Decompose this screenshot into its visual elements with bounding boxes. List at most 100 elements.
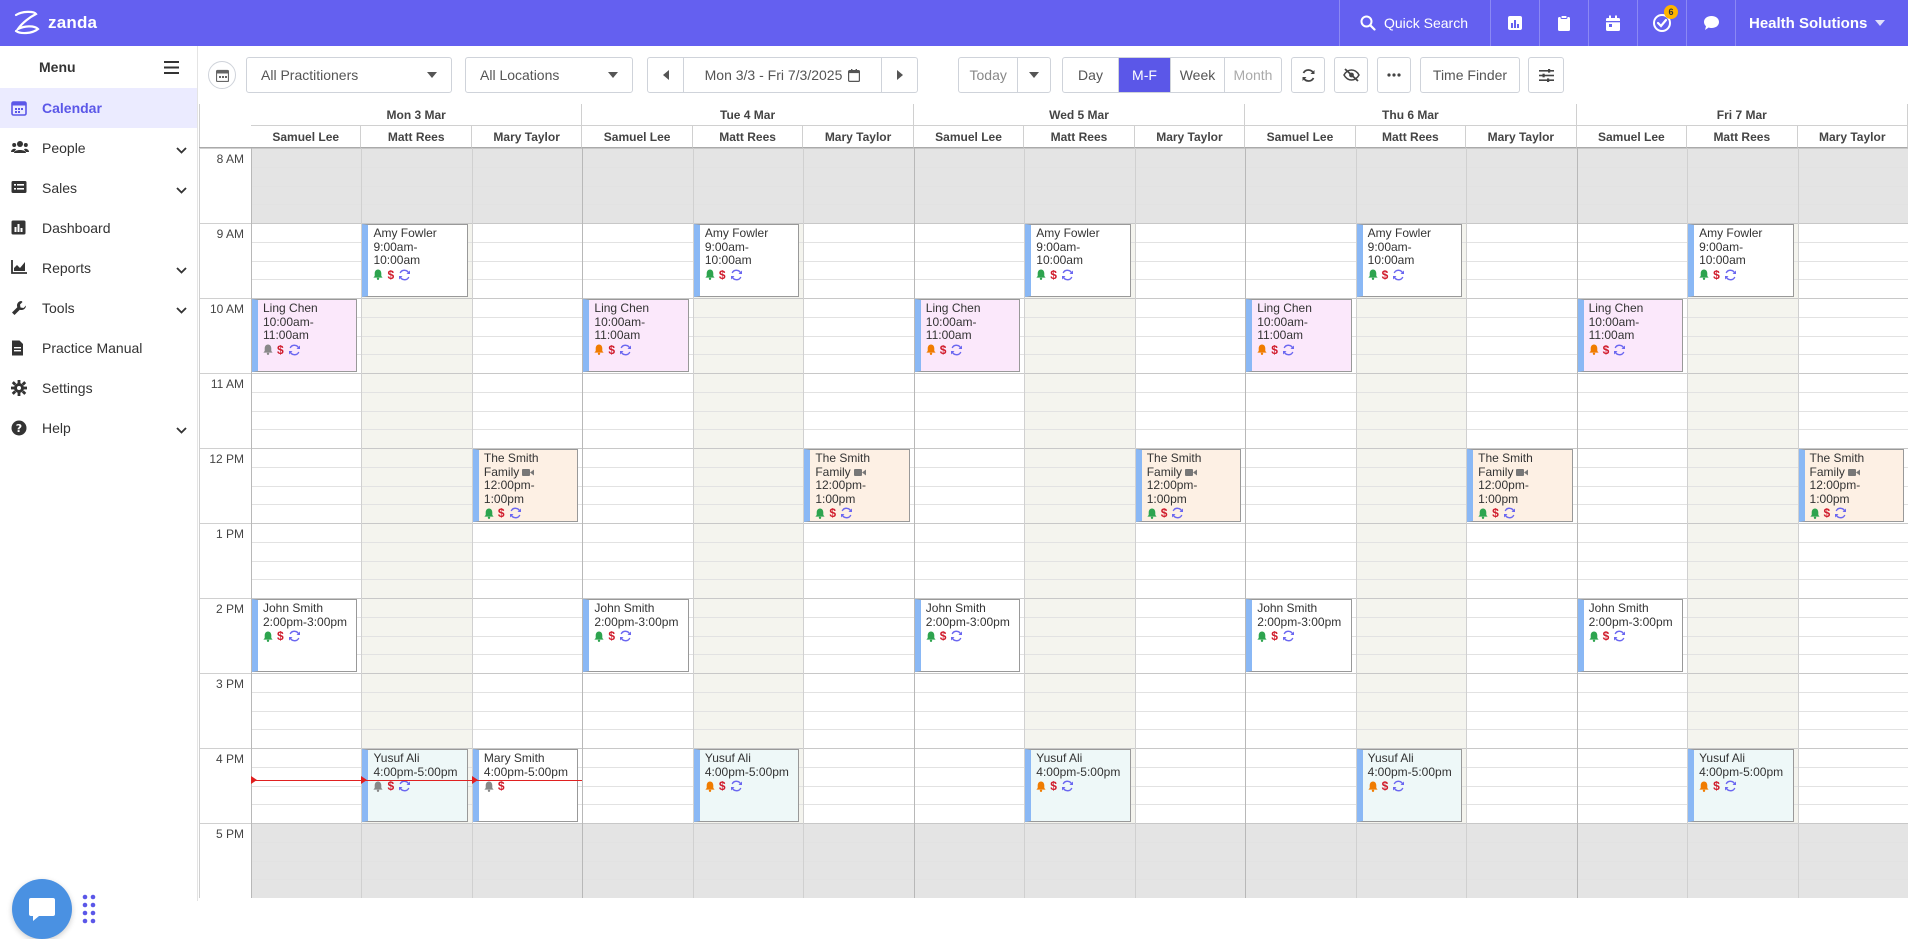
- practitioner-header[interactable]: Matt Rees: [1355, 126, 1467, 148]
- time-finder-button[interactable]: Time Finder: [1420, 57, 1520, 93]
- practitioner-header[interactable]: Samuel Lee: [251, 126, 362, 148]
- practitioner-header[interactable]: Samuel Lee: [582, 126, 693, 148]
- drag-handle-icon[interactable]: [82, 894, 96, 929]
- practitioner-header[interactable]: Samuel Lee: [1245, 126, 1356, 148]
- sidebar-item-sales[interactable]: Sales: [0, 168, 197, 208]
- appointment-card[interactable]: The Smith Family 12:00pm- 1:00pm $: [1467, 449, 1573, 522]
- hour-label: 10 AM: [209, 302, 244, 316]
- appointment-card[interactable]: John Smith 2:00pm-3:00pm $: [583, 599, 689, 672]
- repeat-icon: [620, 344, 632, 355]
- appointment-card[interactable]: John Smith 2:00pm-3:00pm $: [1246, 599, 1352, 672]
- view-month-button[interactable]: Month: [1225, 58, 1281, 92]
- repeat-icon: [1393, 269, 1405, 280]
- video-icon-wrapper: [851, 465, 866, 479]
- practitioner-header[interactable]: Mary Taylor: [803, 126, 914, 148]
- chat-support-icon: [29, 898, 55, 921]
- support-chat-button[interactable]: [12, 879, 72, 939]
- calendar-settings-button[interactable]: [1528, 57, 1564, 93]
- practitioner-header[interactable]: Samuel Lee: [913, 126, 1025, 148]
- quick-search-button[interactable]: Quick Search: [1340, 0, 1488, 46]
- sidebar-item-practice-manual[interactable]: Practice Manual: [0, 328, 197, 368]
- day-header[interactable]: Fri 7 Mar: [1576, 104, 1908, 126]
- sidebar-item-reports[interactable]: Reports: [0, 248, 197, 288]
- practitioner-header[interactable]: Matt Rees: [692, 126, 804, 148]
- sidebar-item-tools[interactable]: Tools: [0, 288, 197, 328]
- appointment-card[interactable]: Amy Fowler 9:00am- 10:00am $: [1688, 224, 1794, 297]
- mini-calendar-button[interactable]: [208, 61, 236, 89]
- appointment-card[interactable]: Yusuf Ali 4:00pm-5:00pm $: [1688, 749, 1794, 822]
- day-header[interactable]: Wed 5 Mar: [913, 104, 1246, 126]
- bell-icon: [1588, 344, 1599, 355]
- appointment-client-name: John Smith: [594, 601, 655, 615]
- appointment-card[interactable]: John Smith 2:00pm-3:00pm $: [252, 599, 358, 672]
- appointment-card[interactable]: Amy Fowler 9:00am- 10:00am $: [362, 224, 468, 297]
- clipboard-button[interactable]: [1540, 0, 1588, 46]
- appointment-card[interactable]: The Smith Family 12:00pm- 1:00pm $: [472, 449, 579, 522]
- appointment-card[interactable]: Ling Chen 10:00am- 11:00am $: [1246, 299, 1352, 372]
- refresh-button[interactable]: [1291, 57, 1325, 93]
- view-day-button[interactable]: Day: [1063, 58, 1119, 92]
- appointment-card[interactable]: The Smith Family 12:00pm- 1:00pm $: [1135, 449, 1242, 522]
- day-header[interactable]: Mon 3 Mar: [251, 104, 583, 126]
- appointment-card[interactable]: The Smith Family 12:00pm- 1:00pm $: [1798, 449, 1904, 522]
- appointment-card[interactable]: Ling Chen 10:00am- 11:00am $: [914, 299, 1021, 372]
- organization-menu[interactable]: Health Solutions: [1735, 0, 1908, 46]
- appointment-status-icons: $: [1257, 344, 1350, 356]
- hamburger-icon[interactable]: [164, 60, 179, 74]
- appointment-card[interactable]: Amy Fowler 9:00am- 10:00am $: [1025, 224, 1131, 297]
- appointment-card[interactable]: Mary Smith 4:00pm-5:00pm $: [472, 749, 579, 822]
- bell-icon: [1147, 508, 1157, 519]
- sidebar-item-people[interactable]: People: [0, 128, 197, 168]
- zanda-logo-icon: [14, 10, 40, 35]
- practitioner-header[interactable]: Matt Rees: [361, 126, 472, 148]
- appointment-card[interactable]: Ling Chen 10:00am- 11:00am $: [583, 299, 689, 372]
- view-mf-button[interactable]: M-F: [1119, 58, 1171, 92]
- chat-bubble-icon: [1703, 16, 1719, 30]
- previous-week-button[interactable]: [648, 58, 684, 92]
- practitioner-header[interactable]: Samuel Lee: [1576, 126, 1688, 148]
- practitioners-select[interactable]: All Practitioners: [246, 57, 452, 93]
- sidebar-item-settings[interactable]: Settings: [0, 368, 197, 408]
- practitioner-header[interactable]: Mary Taylor: [1797, 126, 1908, 148]
- sidebar-item-calendar[interactable]: Calendar: [0, 88, 197, 128]
- messages-button[interactable]: [1687, 0, 1735, 46]
- day-header[interactable]: Tue 4 Mar: [582, 104, 914, 126]
- more-options-button[interactable]: [1377, 57, 1411, 93]
- calendar-icon: [848, 68, 861, 82]
- appointment-card[interactable]: John Smith 2:00pm-3:00pm $: [914, 599, 1021, 672]
- appointment-card[interactable]: Amy Fowler 9:00am- 10:00am $: [1356, 224, 1463, 297]
- appointment-card[interactable]: Ling Chen 10:00am- 11:00am $: [1577, 299, 1684, 372]
- day-header[interactable]: Thu 6 Mar: [1245, 104, 1577, 126]
- next-week-button[interactable]: [882, 58, 917, 92]
- bell-icon: [373, 781, 384, 792]
- zanda-logo[interactable]: zanda: [12, 8, 97, 38]
- appointment-card[interactable]: The Smith Family 12:00pm- 1:00pm $: [804, 449, 910, 522]
- practitioner-header[interactable]: Mary Taylor: [1466, 126, 1577, 148]
- appointment-card[interactable]: Yusuf Ali 4:00pm-5:00pm $: [362, 749, 468, 822]
- tasks-button[interactable]: 6: [1638, 0, 1686, 46]
- appointment-card[interactable]: Amy Fowler 9:00am- 10:00am $: [693, 224, 800, 297]
- sidebar-item-dashboard[interactable]: Dashboard: [0, 208, 197, 248]
- practitioner-header[interactable]: Mary Taylor: [471, 126, 583, 148]
- date-range-picker[interactable]: Mon 3/3 - Fri 7/3/2025: [684, 58, 882, 92]
- today-button[interactable]: Today: [959, 58, 1019, 92]
- hide-cancelled-button[interactable]: [1334, 57, 1368, 93]
- grid-row-line: [251, 373, 1908, 374]
- appointment-card[interactable]: Yusuf Ali 4:00pm-5:00pm $: [1356, 749, 1463, 822]
- practitioner-header[interactable]: Mary Taylor: [1134, 126, 1246, 148]
- practitioner-header[interactable]: Matt Rees: [1687, 126, 1798, 148]
- sidebar-item-help[interactable]: ? Help: [0, 408, 197, 448]
- people-icon: [11, 140, 29, 156]
- reports-shortcut-button[interactable]: [1491, 0, 1539, 46]
- calendar-shortcut-button[interactable]: [1589, 0, 1637, 46]
- practitioner-header[interactable]: Matt Rees: [1024, 126, 1135, 148]
- appointment-card[interactable]: Yusuf Ali 4:00pm-5:00pm $: [1025, 749, 1131, 822]
- today-dropdown-button[interactable]: [1018, 58, 1050, 92]
- view-week-button[interactable]: Week: [1171, 58, 1225, 92]
- appointment-card[interactable]: Ling Chen 10:00am- 11:00am $: [252, 299, 358, 372]
- organization-name: Health Solutions: [1749, 14, 1868, 32]
- appointment-client-name-line: The Smith: [1478, 451, 1533, 465]
- appointment-card[interactable]: Yusuf Ali 4:00pm-5:00pm $: [693, 749, 800, 822]
- locations-select[interactable]: All Locations: [465, 57, 633, 93]
- appointment-card[interactable]: John Smith 2:00pm-3:00pm $: [1577, 599, 1684, 672]
